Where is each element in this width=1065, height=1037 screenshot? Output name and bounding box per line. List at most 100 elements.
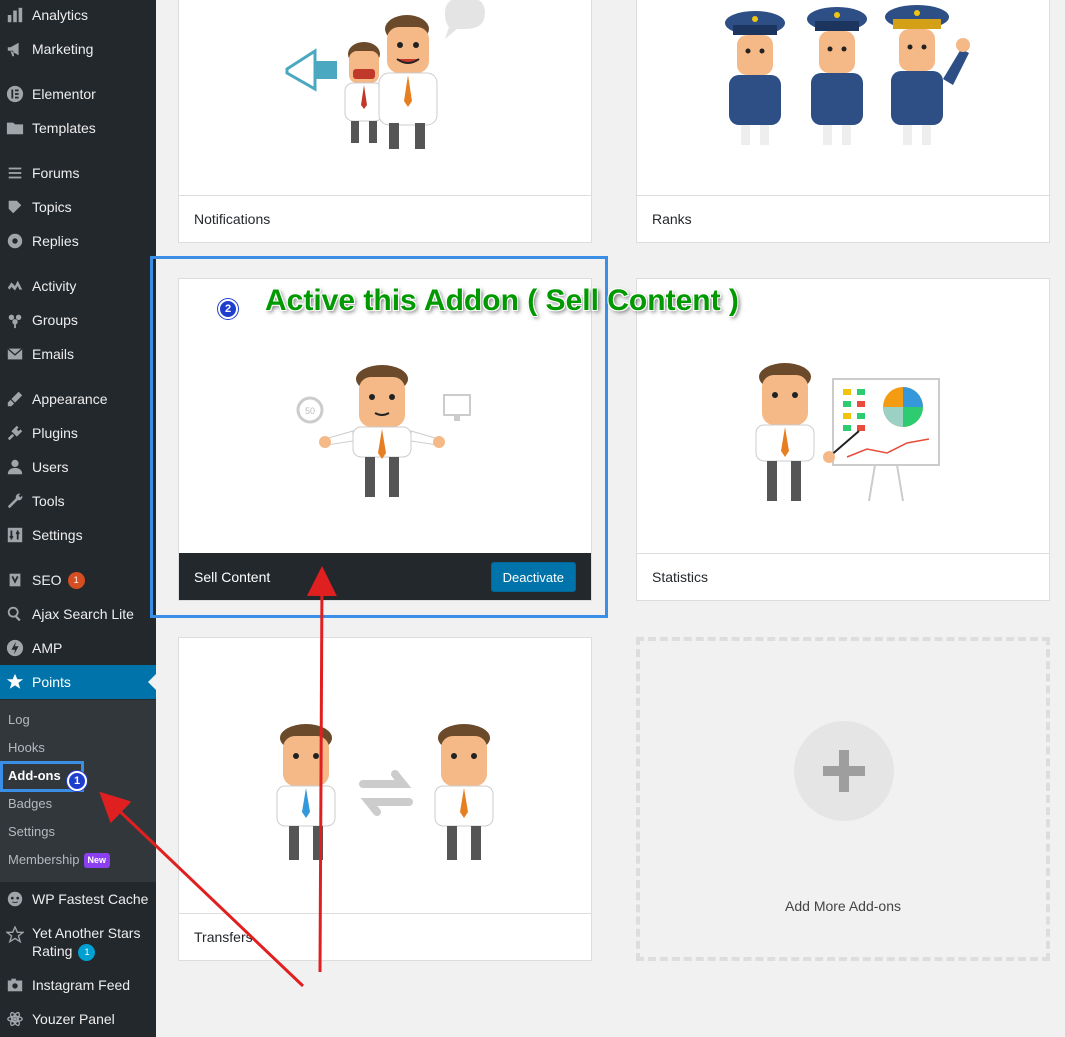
menu-label: Topics [32, 199, 72, 215]
menu-users[interactable]: Users [0, 450, 156, 484]
menu-label: Replies [32, 233, 79, 249]
menu-elementor[interactable]: Elementor [0, 77, 156, 111]
menu-label: WP Fastest Cache [32, 891, 149, 907]
menu-wp-fastest-cache[interactable]: WP Fastest Cache [0, 882, 156, 916]
brush-icon [4, 390, 26, 408]
user-icon [4, 458, 26, 476]
addon-footer: Statistics [637, 553, 1049, 600]
addon-card-notifications[interactable]: Notifications [178, 0, 592, 243]
groups-icon [4, 311, 26, 329]
menu-label-line2: Rating [32, 943, 73, 959]
submenu-log[interactable]: Log [8, 710, 30, 730]
menu-forums[interactable]: Forums [0, 156, 156, 190]
submenu-settings[interactable]: Settings [8, 822, 55, 842]
admin-sidebar: Analytics Marketing Elementor Templates … [0, 0, 156, 1037]
menu-label: Instagram Feed [32, 977, 131, 993]
menu-groups[interactable]: Groups [0, 303, 156, 337]
addon-card-statistics[interactable]: Statistics [636, 278, 1050, 601]
menu-label: Appearance [32, 391, 108, 407]
annotation-step-2: 2 [218, 299, 238, 319]
topics-icon [4, 198, 26, 216]
star-outline-icon [4, 926, 26, 944]
submenu-hooks[interactable]: Hooks [8, 738, 45, 758]
menu-tools[interactable]: Tools [0, 484, 156, 518]
menu-label: Templates [32, 120, 96, 136]
menu-label: SEO [32, 572, 62, 588]
menu-label: Activity [32, 278, 77, 294]
menu-youzer-panel[interactable]: Youzer Panel [0, 1002, 156, 1036]
addon-footer: Ranks [637, 195, 1049, 242]
cheetah-icon [4, 890, 26, 908]
menu-label: Tools [32, 493, 65, 509]
email-icon [4, 345, 26, 363]
menu-label: Yet Another Stars [32, 925, 141, 941]
menu-instagram-feed[interactable]: Instagram Feed [0, 968, 156, 1002]
menu-topics[interactable]: Topics [0, 190, 156, 224]
addon-footer: Transfers [179, 913, 591, 960]
addon-title: Ranks [652, 211, 692, 227]
annotation-headline: Active this Addon ( Sell Content ) [265, 284, 739, 317]
submenu-membership[interactable]: Membership New [8, 850, 111, 870]
menu-analytics[interactable]: Analytics [0, 0, 156, 32]
add-more-label: Add More Add-ons [785, 898, 901, 914]
activity-icon [4, 277, 26, 295]
addon-title: Notifications [194, 211, 271, 227]
menu-emails[interactable]: Emails [0, 337, 156, 371]
menu-amp[interactable]: AMP [0, 631, 156, 665]
settings-icon [4, 526, 26, 544]
menu-label: Ajax Search Lite [32, 606, 134, 622]
menu-replies[interactable]: Replies [0, 224, 156, 258]
menu-activity[interactable]: Activity [0, 269, 156, 303]
bar-chart-icon [4, 6, 26, 24]
menu-label: Elementor [32, 86, 96, 102]
transfers-illustration [276, 724, 494, 860]
add-more-addons-card[interactable]: Add More Add-ons [636, 637, 1050, 961]
submenu-label: Membership [8, 852, 80, 867]
plus-icon[interactable] [794, 721, 894, 821]
amp-icon [4, 639, 26, 657]
yoast-icon [4, 571, 26, 589]
menu-label: Analytics [32, 7, 89, 23]
notification-badge: 1 [78, 943, 96, 961]
menu-ajax-search-lite[interactable]: Ajax Search Lite [0, 597, 156, 631]
elementor-icon [4, 85, 26, 103]
plug-icon [4, 424, 26, 442]
menu-label: Marketing [32, 41, 94, 57]
camera-icon [4, 976, 26, 994]
menu-label: Settings [32, 527, 83, 543]
folder-icon [4, 119, 26, 137]
addon-title: Transfers [194, 929, 253, 945]
menu-label: Forums [32, 165, 80, 181]
new-badge: New [83, 853, 111, 869]
menu-label: Plugins [32, 425, 78, 441]
search-icon [4, 605, 26, 623]
menu-yet-another-stars-rating[interactable]: Yet Another Stars Rating 1 [0, 924, 156, 964]
menu-seo[interactable]: SEO 1 [0, 563, 156, 597]
star-icon [4, 673, 26, 691]
notification-badge: 1 [67, 571, 85, 589]
menu-plugins[interactable]: Plugins [0, 416, 156, 450]
menu-appearance[interactable]: Appearance [0, 382, 156, 416]
menu-marketing[interactable]: Marketing [0, 32, 156, 66]
statistics-illustration [755, 363, 940, 502]
annotation-step-1: 1 [67, 771, 87, 791]
forums-icon [4, 164, 26, 182]
menu-points[interactable]: Points [0, 665, 156, 699]
menu-label: Users [32, 459, 69, 475]
addon-card-transfers[interactable]: Transfers [178, 637, 592, 961]
megaphone-icon [4, 40, 26, 58]
addon-footer: Notifications [179, 195, 591, 242]
menu-label: Points [32, 674, 71, 690]
menu-templates[interactable]: Templates [0, 111, 156, 145]
menu-label: Groups [32, 312, 78, 328]
notifications-illustration [285, 0, 485, 149]
menu-label: Emails [32, 346, 75, 362]
atom-icon [4, 1010, 26, 1028]
menu-settings[interactable]: Settings [0, 518, 156, 552]
submenu-badges[interactable]: Badges [8, 794, 52, 814]
addon-card-ranks[interactable]: Ranks [636, 0, 1050, 243]
addon-title: Statistics [652, 569, 709, 585]
wrench-icon [4, 492, 26, 510]
menu-label: AMP [32, 640, 63, 656]
ranks-illustration [725, 5, 970, 145]
